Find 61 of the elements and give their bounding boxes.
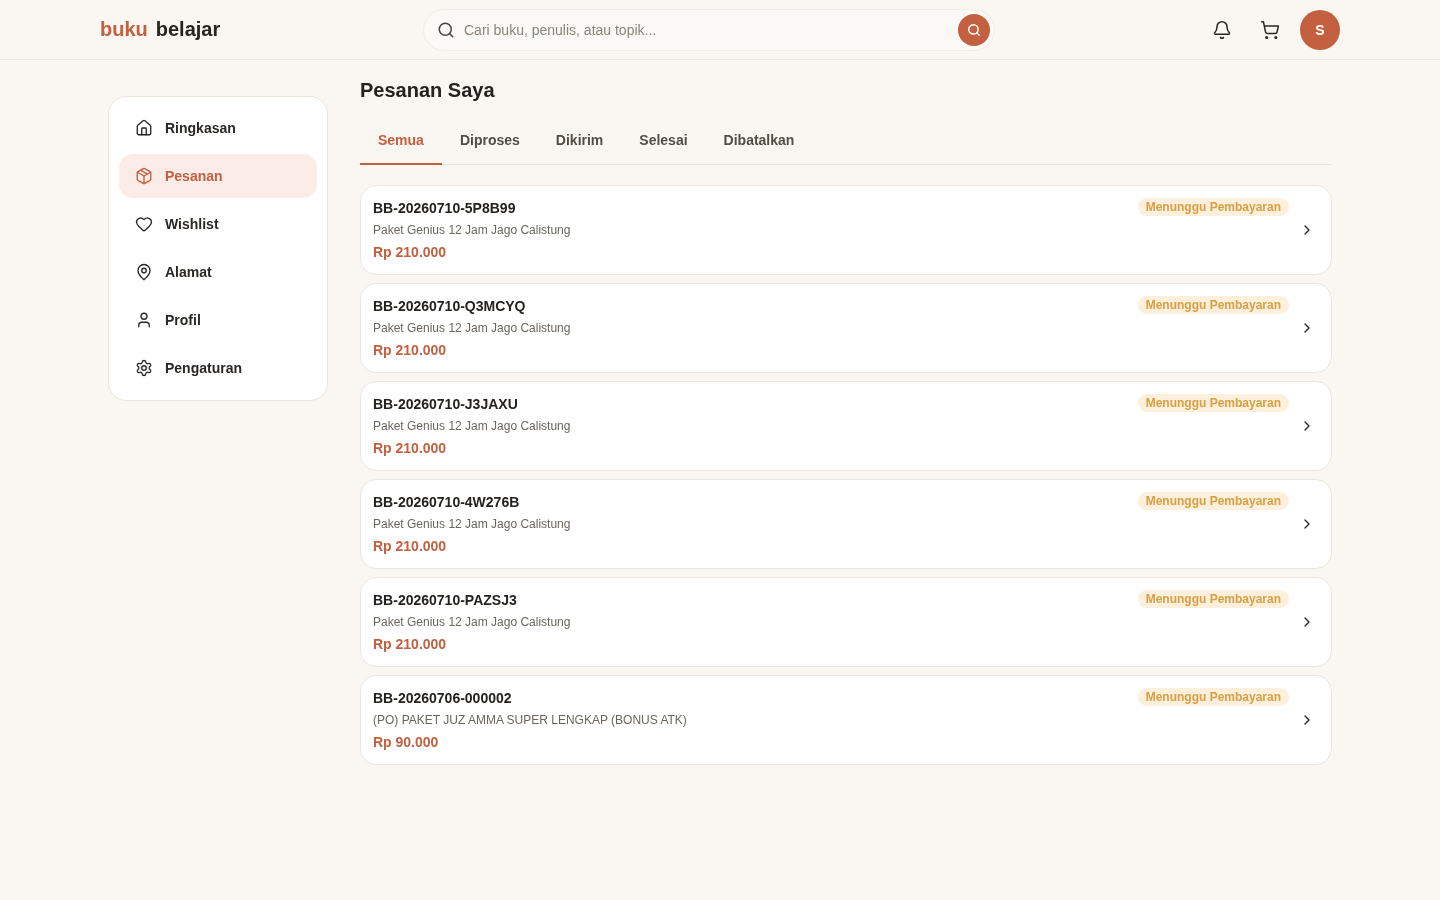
status-badge: Menunggu Pembayaran [1137,394,1289,412]
avatar-button[interactable]: S [1300,9,1340,50]
product-name: Paket Genius 12 Jam Jago Calistung [373,222,572,239]
sidebar-item[interactable]: Profil [119,298,317,342]
order-id: BB-20260706-000002 [373,689,513,708]
order-price: Rp 210.000 [373,243,448,262]
sidebar-item-label: Alamat [165,264,212,280]
status-badge: Menunggu Pembayaran [1137,296,1289,314]
order-id: BB-20260710-PAZSJ3 [373,591,518,610]
sidebar-item[interactable]: Pengaturan [119,346,317,390]
order-price: Rp 210.000 [373,341,448,360]
sidebar-item-label: Wishlist [165,216,219,232]
order-price: Rp 210.000 [373,635,448,654]
order-id: BB-20260710-5P8B99 [373,199,517,218]
search-icon [437,20,455,39]
page-title: Pesanan Saya [360,78,496,103]
sidebar-item-label: Ringkasan [165,120,236,136]
home-icon [135,119,153,137]
bell-icon [1212,19,1232,40]
sidebar-item[interactable]: Ringkasan [119,106,317,150]
product-name: Paket Genius 12 Jam Jago Calistung [373,516,572,533]
order-price: Rp 210.000 [373,439,448,458]
sidebar-item-label: Profil [165,312,201,328]
order-id: BB-20260710-J3JAXU [373,395,519,414]
status-badge: Menunggu Pembayaran [1137,198,1289,216]
heart-icon [135,215,153,233]
cart-icon [1260,19,1280,40]
sidebar-item-label: Pengaturan [165,360,242,376]
settings-icon [135,359,153,377]
logo-link[interactable]: buku belajar [100,18,224,41]
order-card[interactable]: BB-20260710-J3JAXU Paket Genius 12 Jam Jago Calistung Rp 210.000 Menunggu Pembayaran [360,381,1332,471]
product-name: Paket Genius 12 Jam Jago Calistung [373,418,572,435]
status-badge: Menunggu Pembayaran [1137,590,1289,608]
status-badge: Menunggu Pembayaran [1137,492,1289,510]
search-icon [967,22,981,37]
order-card[interactable]: BB-20260710-4W276B Paket Genius 12 Jam Jago Calistung Rp 210.000 Menunggu Pembayaran [360,479,1332,569]
tab[interactable]: Dikirim [537,116,622,165]
product-name: (PO) PAKET JUZ AMMA SUPER LENGKAP (BONUS ATK) [373,712,688,729]
user-icon [135,311,153,329]
order-card[interactable]: BB-20260706-000002 (PO) PAKET JUZ AMMA SUPER LENGKAP (BONUS ATK) Rp 90.000 Menunggu Pembayaran [360,675,1332,765]
sidebar-item[interactable]: Pesanan [119,154,317,198]
order-price: Rp 210.000 [373,537,448,556]
order-price: Rp 90.000 [373,733,440,752]
map-pin-icon [135,263,153,281]
tab[interactable]: Semua [360,116,442,165]
search-field[interactable]: Cari buku, penulis, atau topik... [423,8,995,51]
product-name: Paket Genius 12 Jam Jago Calistung [373,320,572,337]
order-id: BB-20260710-4W276B [373,493,521,512]
tab[interactable]: Dibatalkan [705,116,813,165]
order-card[interactable]: BB-20260710-5P8B99 Paket Genius 12 Jam Jago Calistung Rp 210.000 Menunggu Pembayaran [360,185,1332,275]
sidebar-item-label: Pesanan [165,168,223,184]
sidebar-item[interactable]: Wishlist [119,202,317,246]
order-card[interactable]: BB-20260710-Q3MCYQ Paket Genius 12 Jam Jago Calistung Rp 210.000 Menunggu Pembayaran [360,283,1332,373]
status-badge: Menunggu Pembayaran [1137,688,1289,706]
tab[interactable]: Selesai [621,116,706,165]
box-icon [135,167,153,185]
order-id: BB-20260710-Q3MCYQ [373,297,527,316]
tab[interactable]: Diproses [441,116,538,165]
order-card[interactable]: BB-20260710-PAZSJ3 Paket Genius 12 Jam Jago Calistung Rp 210.000 Menunggu Pembayaran [360,577,1332,667]
product-name: Paket Genius 12 Jam Jago Calistung [373,614,572,631]
sidebar-item[interactable]: Alamat [119,250,317,294]
